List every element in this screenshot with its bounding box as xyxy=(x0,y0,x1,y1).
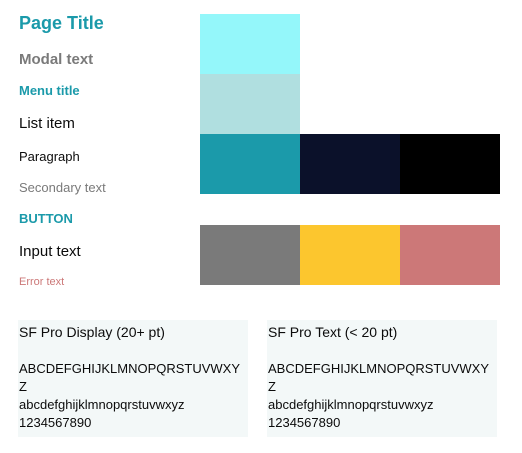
specimen-digits: 1234567890 xyxy=(268,415,341,430)
color-swatch-teal xyxy=(200,134,300,194)
color-swatch-navy xyxy=(300,134,400,194)
specimen-uppercase: ABCDEFGHIJKLMNOPQRSTUVWXYZ xyxy=(19,361,241,394)
button-text-sample: BUTTON xyxy=(19,211,73,226)
menu-title-sample: Menu title xyxy=(19,83,80,98)
font-card-specimen: ABCDEFGHIJKLMNOPQRSTUVWXYZ abcdefghijklm… xyxy=(268,360,496,432)
input-text-sample: Input text xyxy=(19,243,81,260)
font-card-title: SF Pro Display (20+ pt) xyxy=(19,324,165,340)
color-swatch-rose xyxy=(400,225,500,285)
secondary-text-sample: Secondary text xyxy=(19,180,106,195)
font-card-title: SF Pro Text (< 20 pt) xyxy=(268,324,398,340)
font-card-display: SF Pro Display (20+ pt) ABCDEFGHIJKLMNOP… xyxy=(18,320,248,437)
list-item-sample: List item xyxy=(19,115,75,132)
page-title-sample: Page Title xyxy=(19,13,104,33)
color-swatch-pale-teal xyxy=(200,74,300,134)
modal-text-sample: Modal text xyxy=(19,51,94,68)
specimen-digits: 1234567890 xyxy=(19,415,92,430)
specimen-uppercase: ABCDEFGHIJKLMNOPQRSTUVWXYZ xyxy=(268,361,490,394)
font-card-specimen: ABCDEFGHIJKLMNOPQRSTUVWXYZ abcdefghijklm… xyxy=(19,360,247,432)
error-text-sample: Error text xyxy=(19,276,65,288)
paragraph-sample: Paragraph xyxy=(19,149,80,164)
specimen-lowercase: abcdefghijklmnopqrstuvwxyz xyxy=(268,397,434,412)
specimen-lowercase: abcdefghijklmnopqrstuvwxyz xyxy=(19,397,185,412)
color-swatch-yellow xyxy=(300,225,400,285)
color-swatch-black xyxy=(400,134,500,194)
color-swatch-light-cyan xyxy=(200,14,300,74)
font-card-text: SF Pro Text (< 20 pt) ABCDEFGHIJKLMNOPQR… xyxy=(267,320,497,437)
color-swatch-gray xyxy=(200,225,300,285)
